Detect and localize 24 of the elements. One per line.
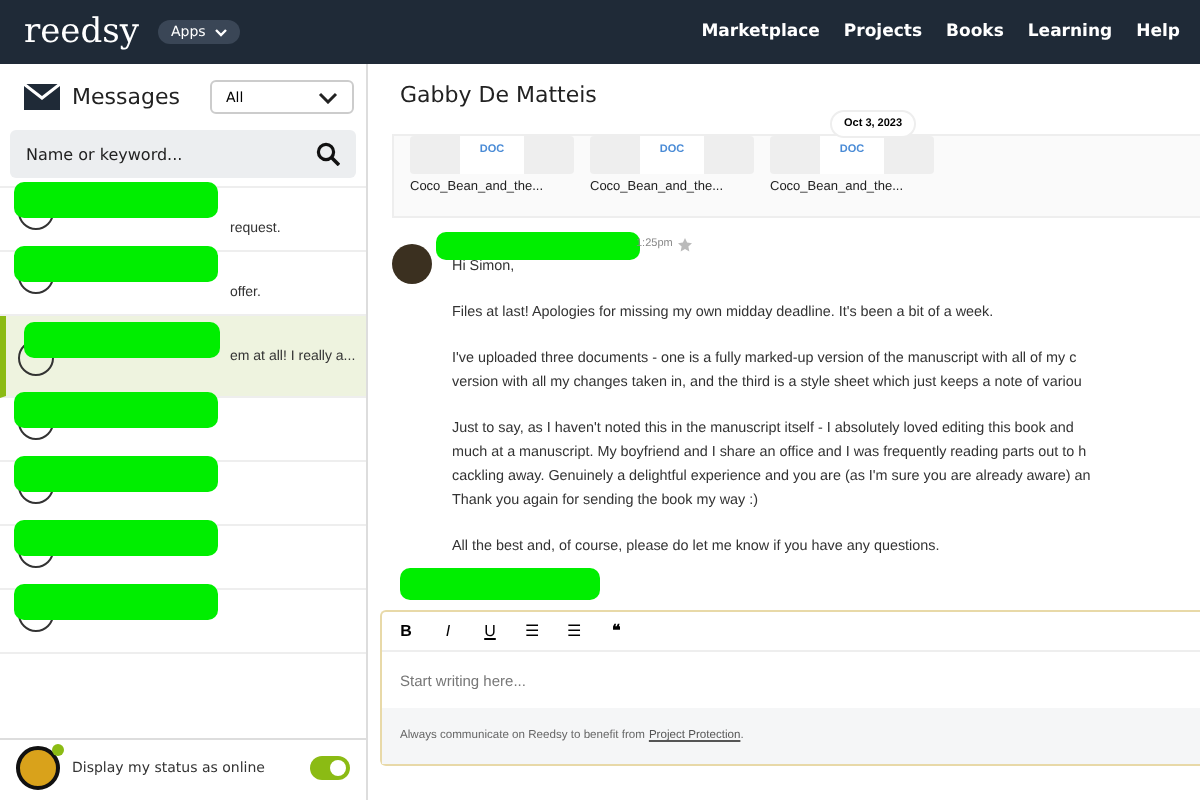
format-button[interactable]: ☰ <box>516 622 548 640</box>
format-button[interactable]: ☰ <box>558 622 590 640</box>
caret-icon <box>213 27 228 37</box>
search-field[interactable]: Name or keyword... <box>10 130 356 178</box>
messages-title: Messages <box>72 84 182 110</box>
avatar <box>392 244 432 284</box>
conversation-item[interactable] <box>0 590 366 654</box>
nav-link[interactable]: Marketplace <box>701 22 820 42</box>
nav-link[interactable]: Learning <box>1027 22 1113 42</box>
nav-link[interactable]: Books <box>946 22 1004 42</box>
star-icon[interactable] <box>678 237 693 251</box>
online-dot <box>52 743 64 755</box>
search-icon <box>316 142 340 166</box>
format-button[interactable]: I <box>432 622 464 640</box>
format-button[interactable]: B <box>390 622 422 640</box>
conversation-title: Gabby De Matteis <box>400 82 597 108</box>
nav-link[interactable]: Help <box>1136 22 1180 42</box>
logo[interactable]: reedsy <box>24 12 139 52</box>
envelope-icon <box>24 84 60 110</box>
format-button[interactable]: ❝ <box>600 622 632 640</box>
caret-icon <box>318 91 338 103</box>
format-button[interactable]: U <box>474 622 506 640</box>
status-toggle[interactable] <box>310 755 350 779</box>
nav-link[interactable]: Projects <box>843 22 923 42</box>
